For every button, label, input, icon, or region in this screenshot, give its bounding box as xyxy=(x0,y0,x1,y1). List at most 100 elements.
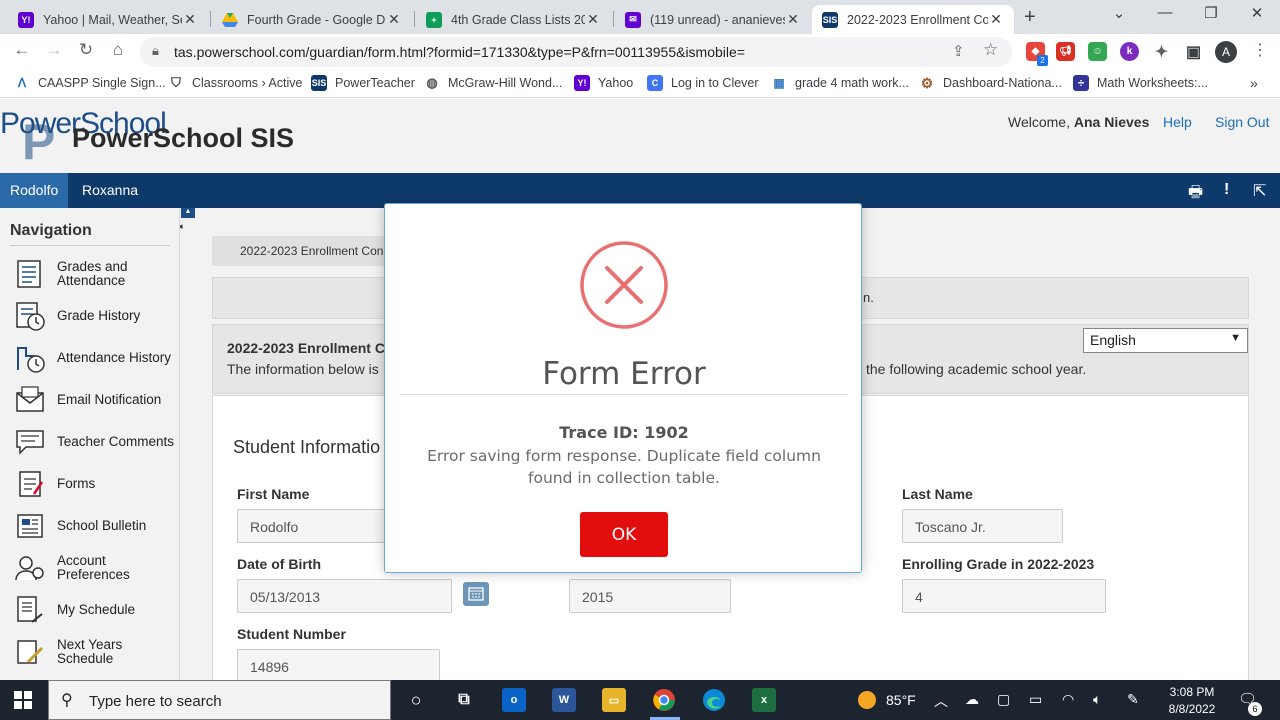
bookmark-mcgraw[interactable]: ◍ McGraw-Hill Wond... xyxy=(424,75,562,91)
bookmark-label: Classrooms › Active xyxy=(192,76,303,90)
sidebar-item-account-preferences[interactable]: Account Preferences xyxy=(14,552,179,584)
sidebar-item-forms[interactable]: Forms xyxy=(14,468,179,500)
alert-icon[interactable]: ! xyxy=(1224,181,1229,199)
sidebar-item-school-bulletin[interactable]: School Bulletin xyxy=(14,510,179,542)
home-icon[interactable]: ⌂ xyxy=(106,40,130,60)
megaphone-icon[interactable]: 📢︎ xyxy=(1056,42,1075,61)
ok-button[interactable]: OK xyxy=(580,512,668,557)
student-number-field[interactable]: 14896 xyxy=(237,649,440,680)
reload-icon[interactable]: ↻ xyxy=(74,40,98,60)
sidebar-item-my-schedule[interactable]: My Schedule xyxy=(14,594,179,626)
excel-icon[interactable]: x xyxy=(752,688,776,712)
wifi-icon[interactable]: ◠ xyxy=(1062,691,1074,708)
sidebar-item-attendance-history[interactable]: Attendance History xyxy=(14,342,179,374)
bookmark-label: CAASPP Single Sign... xyxy=(38,76,166,90)
close-icon[interactable]: ✕ xyxy=(182,11,198,28)
bookmark-powerteacher[interactable]: SIS PowerTeacher xyxy=(311,75,415,91)
sidebar-item-email-notification[interactable]: Email Notification xyxy=(14,384,179,416)
bookmark-clever[interactable]: C Log in to Clever xyxy=(647,75,759,91)
enrolling-grade-field[interactable]: 4 xyxy=(902,579,1106,613)
student-tab-roxanna[interactable]: Roxanna xyxy=(72,173,148,208)
side-panel-icon[interactable]: ▣ xyxy=(1184,42,1203,61)
display-icon[interactable]: ▢ xyxy=(997,691,1010,708)
close-icon[interactable]: ✕ xyxy=(585,11,601,28)
new-tab-icon[interactable]: + xyxy=(1024,6,1036,29)
sidebar-item-label: My Schedule xyxy=(57,602,136,617)
tab-search-icon[interactable]: ⌄ xyxy=(1104,4,1134,22)
battery-icon[interactable]: ▭ xyxy=(1029,691,1042,708)
sidebar-item-teacher-comments[interactable]: Teacher Comments xyxy=(14,426,179,458)
task-view-icon[interactable]: ⧉ xyxy=(452,688,476,712)
forward-icon[interactable]: → xyxy=(42,40,66,60)
breadcrumb[interactable]: 2022-2023 Enrollment Con xyxy=(212,236,390,266)
edge-icon[interactable] xyxy=(702,688,726,712)
window-close-icon[interactable]: ✕ xyxy=(1242,4,1272,22)
section-title: Student Informatio xyxy=(233,437,381,457)
clock-date: 8/8/2022 xyxy=(1168,702,1216,716)
bulletin-icon xyxy=(17,514,43,538)
tab-enrollment[interactable]: SIS 2022-2023 Enrollment Co ✕ xyxy=(812,5,1014,34)
student-tab-rodolfo[interactable]: Rodolfo xyxy=(0,173,69,208)
close-icon[interactable]: ✕ xyxy=(386,11,402,28)
collapse-up-icon[interactable]: ▲ xyxy=(181,208,195,218)
bookmark-yahoo[interactable]: Y! Yahoo xyxy=(574,75,633,91)
calendar-icon[interactable] xyxy=(463,582,489,606)
back-icon[interactable]: ← xyxy=(10,40,34,60)
sidebar-item-grade-history[interactable]: Grade History xyxy=(14,300,179,332)
sign-out-link[interactable]: Sign Out xyxy=(1215,114,1269,130)
pen-icon[interactable]: ✎ xyxy=(1127,691,1139,708)
close-icon[interactable]: ✕ xyxy=(988,11,1004,28)
forms-icon xyxy=(19,471,44,497)
menu-icon[interactable]: ⋮ xyxy=(1252,40,1268,60)
close-icon[interactable]: ✕ xyxy=(785,11,801,28)
schedule-icon xyxy=(17,596,43,623)
kami-icon[interactable]: k xyxy=(1120,42,1139,61)
bookmark-math-worksheets[interactable]: ÷ Math Worksheets:... xyxy=(1073,75,1208,91)
url-text[interactable]: tas.powerschool.com/guardian/form.html?f… xyxy=(174,44,745,60)
yahoo-icon: Y! xyxy=(574,75,590,91)
onedrive-icon[interactable]: ☁ xyxy=(965,691,979,708)
tab-yahoo[interactable]: Y! Yahoo | Mail, Weather, Sea ✕ xyxy=(8,5,208,34)
grammarly-icon[interactable]: ☺ xyxy=(1088,42,1107,61)
language-select[interactable]: English ▼ xyxy=(1083,328,1248,353)
windows-start-icon[interactable] xyxy=(14,691,32,709)
word-icon[interactable]: W xyxy=(552,688,576,712)
cortana-icon[interactable]: ○ xyxy=(404,688,428,712)
sidebar-item-next-years-schedule[interactable]: Next Years Schedule xyxy=(14,636,179,668)
bookmark-star-icon[interactable]: ☆ xyxy=(983,40,998,60)
sidebar-item-grades-attendance[interactable]: Grades and Attendance xyxy=(14,258,179,290)
address-bar[interactable]: 🔒︎ tas.powerschool.com/guardian/form.htm… xyxy=(140,37,1012,67)
file-explorer-icon[interactable]: ▭ xyxy=(602,688,626,712)
year-field[interactable]: 2015 xyxy=(569,579,731,613)
bookmark-classrooms[interactable]: ⛉ Classrooms › Active xyxy=(168,75,302,91)
extension-badge: 2 xyxy=(1037,55,1048,66)
account-icon xyxy=(15,556,44,581)
volume-icon[interactable]: 🔈︎ xyxy=(1093,691,1101,708)
avatar[interactable]: A xyxy=(1215,41,1237,63)
tab-google-sheets[interactable]: + 4th Grade Class Lists 2022 ✕ xyxy=(416,5,611,34)
tab-google-drive[interactable]: Fourth Grade - Google Dr ✕ xyxy=(212,5,412,34)
outlook-icon[interactable]: o xyxy=(502,688,526,712)
restore-icon[interactable]: ❐ xyxy=(1196,4,1226,22)
taskbar-search-input[interactable]: ⚲ Type here to search xyxy=(48,680,391,720)
tab-yahoo-mail[interactable]: ✉ (119 unread) - ananieves@ ✕ xyxy=(615,5,811,34)
chevron-up-icon[interactable]: ︿ xyxy=(934,691,948,711)
last-name-field[interactable]: Toscano Jr. xyxy=(902,509,1063,543)
printer-icon[interactable]: 🖶︎ xyxy=(1188,181,1203,208)
caaspp-icon: ᐱ xyxy=(14,75,30,91)
popout-icon[interactable]: ⇱ xyxy=(1253,181,1266,201)
help-link[interactable]: Help xyxy=(1163,114,1192,130)
chrome-icon[interactable] xyxy=(652,688,676,712)
chevron-right-icon[interactable]: » xyxy=(1250,75,1258,91)
notification-count: 6 xyxy=(1248,702,1262,716)
bookmark-math-work[interactable]: ▦ grade 4 math work... xyxy=(771,75,909,91)
form-title: 2022-2023 Enrollment C xyxy=(227,340,385,356)
share-icon[interactable]: ⇪ xyxy=(952,42,965,60)
clock[interactable]: 3:08 PM 8/8/2022 xyxy=(1160,684,1224,718)
bookmark-caaspp[interactable]: ᐱ CAASPP Single Sign... xyxy=(14,75,166,91)
bookmark-dashboard[interactable]: ⚙ Dashboard-Nationa... xyxy=(919,75,1062,91)
weather-widget[interactable]: 85°F xyxy=(858,691,916,709)
puzzle-icon[interactable]: ✦ xyxy=(1152,42,1171,61)
date-of-birth-field[interactable]: 05/13/2013 xyxy=(237,579,452,613)
minimize-icon[interactable]: — xyxy=(1150,4,1180,21)
